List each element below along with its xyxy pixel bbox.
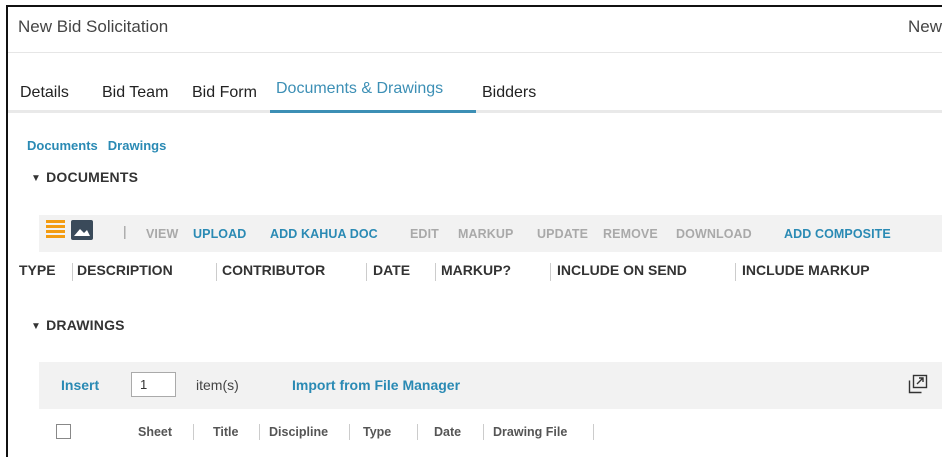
- column-divider: [72, 263, 73, 281]
- remove-button[interactable]: REMOVE: [603, 227, 658, 241]
- markup-button[interactable]: MARKUP: [458, 227, 513, 241]
- link-drawings[interactable]: Drawings: [108, 138, 167, 153]
- column-divider: [735, 263, 736, 281]
- drawings-column-headers: Sheet Title Discipline Type Date Drawing…: [39, 409, 942, 451]
- caret-down-icon: ▼: [31, 173, 42, 184]
- active-tab-indicator: [270, 110, 476, 113]
- popout-icon[interactable]: [907, 373, 929, 395]
- section-links: Documents Drawings: [27, 138, 176, 153]
- tab-bid-team[interactable]: Bid Team: [102, 84, 168, 102]
- column-divider: [366, 263, 367, 281]
- view-button[interactable]: VIEW: [146, 227, 178, 241]
- col-include-markup[interactable]: INCLUDE MARKUP: [742, 262, 870, 278]
- add-composite-button[interactable]: ADD COMPOSITE: [784, 227, 891, 241]
- col-discipline[interactable]: Discipline: [269, 425, 328, 439]
- image-view-icon[interactable]: [71, 220, 93, 240]
- tab-documents-drawings[interactable]: Documents & Drawings: [276, 80, 443, 98]
- documents-heading[interactable]: ▼ DOCUMENTS: [31, 169, 138, 185]
- insert-button[interactable]: Insert: [61, 377, 99, 393]
- window-frame: New Bid Solicitation New Details Bid Tea…: [6, 5, 942, 457]
- column-divider: [483, 424, 484, 440]
- column-divider: [193, 424, 194, 440]
- documents-heading-label: DOCUMENTS: [46, 169, 139, 185]
- col-sheet[interactable]: Sheet: [138, 425, 172, 439]
- col-description[interactable]: DESCRIPTION: [77, 262, 173, 278]
- col-type[interactable]: TYPE: [19, 262, 56, 278]
- tab-bid-form[interactable]: Bid Form: [192, 84, 257, 102]
- link-documents[interactable]: Documents: [27, 138, 98, 153]
- column-divider: [550, 263, 551, 281]
- toolbar-separator: |: [123, 223, 127, 239]
- column-divider: [417, 424, 418, 440]
- page-header: New Bid Solicitation New: [8, 7, 942, 53]
- caret-down-icon: ▼: [31, 321, 42, 332]
- items-label: item(s): [196, 377, 239, 393]
- col-date-drawing[interactable]: Date: [434, 425, 461, 439]
- col-drawing-file[interactable]: Drawing File: [493, 425, 567, 439]
- upload-button[interactable]: UPLOAD: [193, 227, 246, 241]
- select-all-checkbox[interactable]: [56, 424, 71, 439]
- column-divider: [593, 424, 594, 440]
- page-title-right: New: [907, 17, 942, 36]
- tab-details[interactable]: Details: [20, 84, 69, 102]
- tab-bidders[interactable]: Bidders: [482, 84, 536, 102]
- column-divider: [259, 424, 260, 440]
- tab-bar: Details Bid Team Bid Form Documents & Dr…: [8, 77, 942, 113]
- column-divider: [435, 263, 436, 281]
- add-kahua-doc-button[interactable]: ADD KAHUA DOC: [270, 227, 378, 241]
- insert-count-input[interactable]: [131, 372, 176, 397]
- drawings-heading-label: DRAWINGS: [46, 317, 125, 333]
- list-view-icon[interactable]: [46, 220, 65, 239]
- drawings-heading[interactable]: ▼ DRAWINGS: [31, 317, 125, 333]
- download-button[interactable]: DOWNLOAD: [676, 227, 752, 241]
- page-title: New Bid Solicitation: [18, 17, 169, 36]
- update-button[interactable]: UPDATE: [537, 227, 588, 241]
- col-markup[interactable]: MARKUP?: [441, 262, 511, 278]
- column-divider: [216, 263, 217, 281]
- col-include-on-send[interactable]: INCLUDE ON SEND: [557, 262, 687, 278]
- import-from-file-manager-link[interactable]: Import from File Manager: [292, 377, 460, 393]
- col-date[interactable]: DATE: [373, 262, 410, 278]
- column-divider: [349, 424, 350, 440]
- col-contributor[interactable]: CONTRIBUTOR: [222, 262, 325, 278]
- drawings-toolbar: Insert item(s) Import from File Manager: [39, 362, 942, 409]
- edit-button[interactable]: EDIT: [410, 227, 439, 241]
- col-type-drawing[interactable]: Type: [363, 425, 391, 439]
- col-title[interactable]: Title: [213, 425, 238, 439]
- documents-toolbar: | VIEW UPLOAD ADD KAHUA DOC EDIT MARKUP …: [39, 215, 942, 252]
